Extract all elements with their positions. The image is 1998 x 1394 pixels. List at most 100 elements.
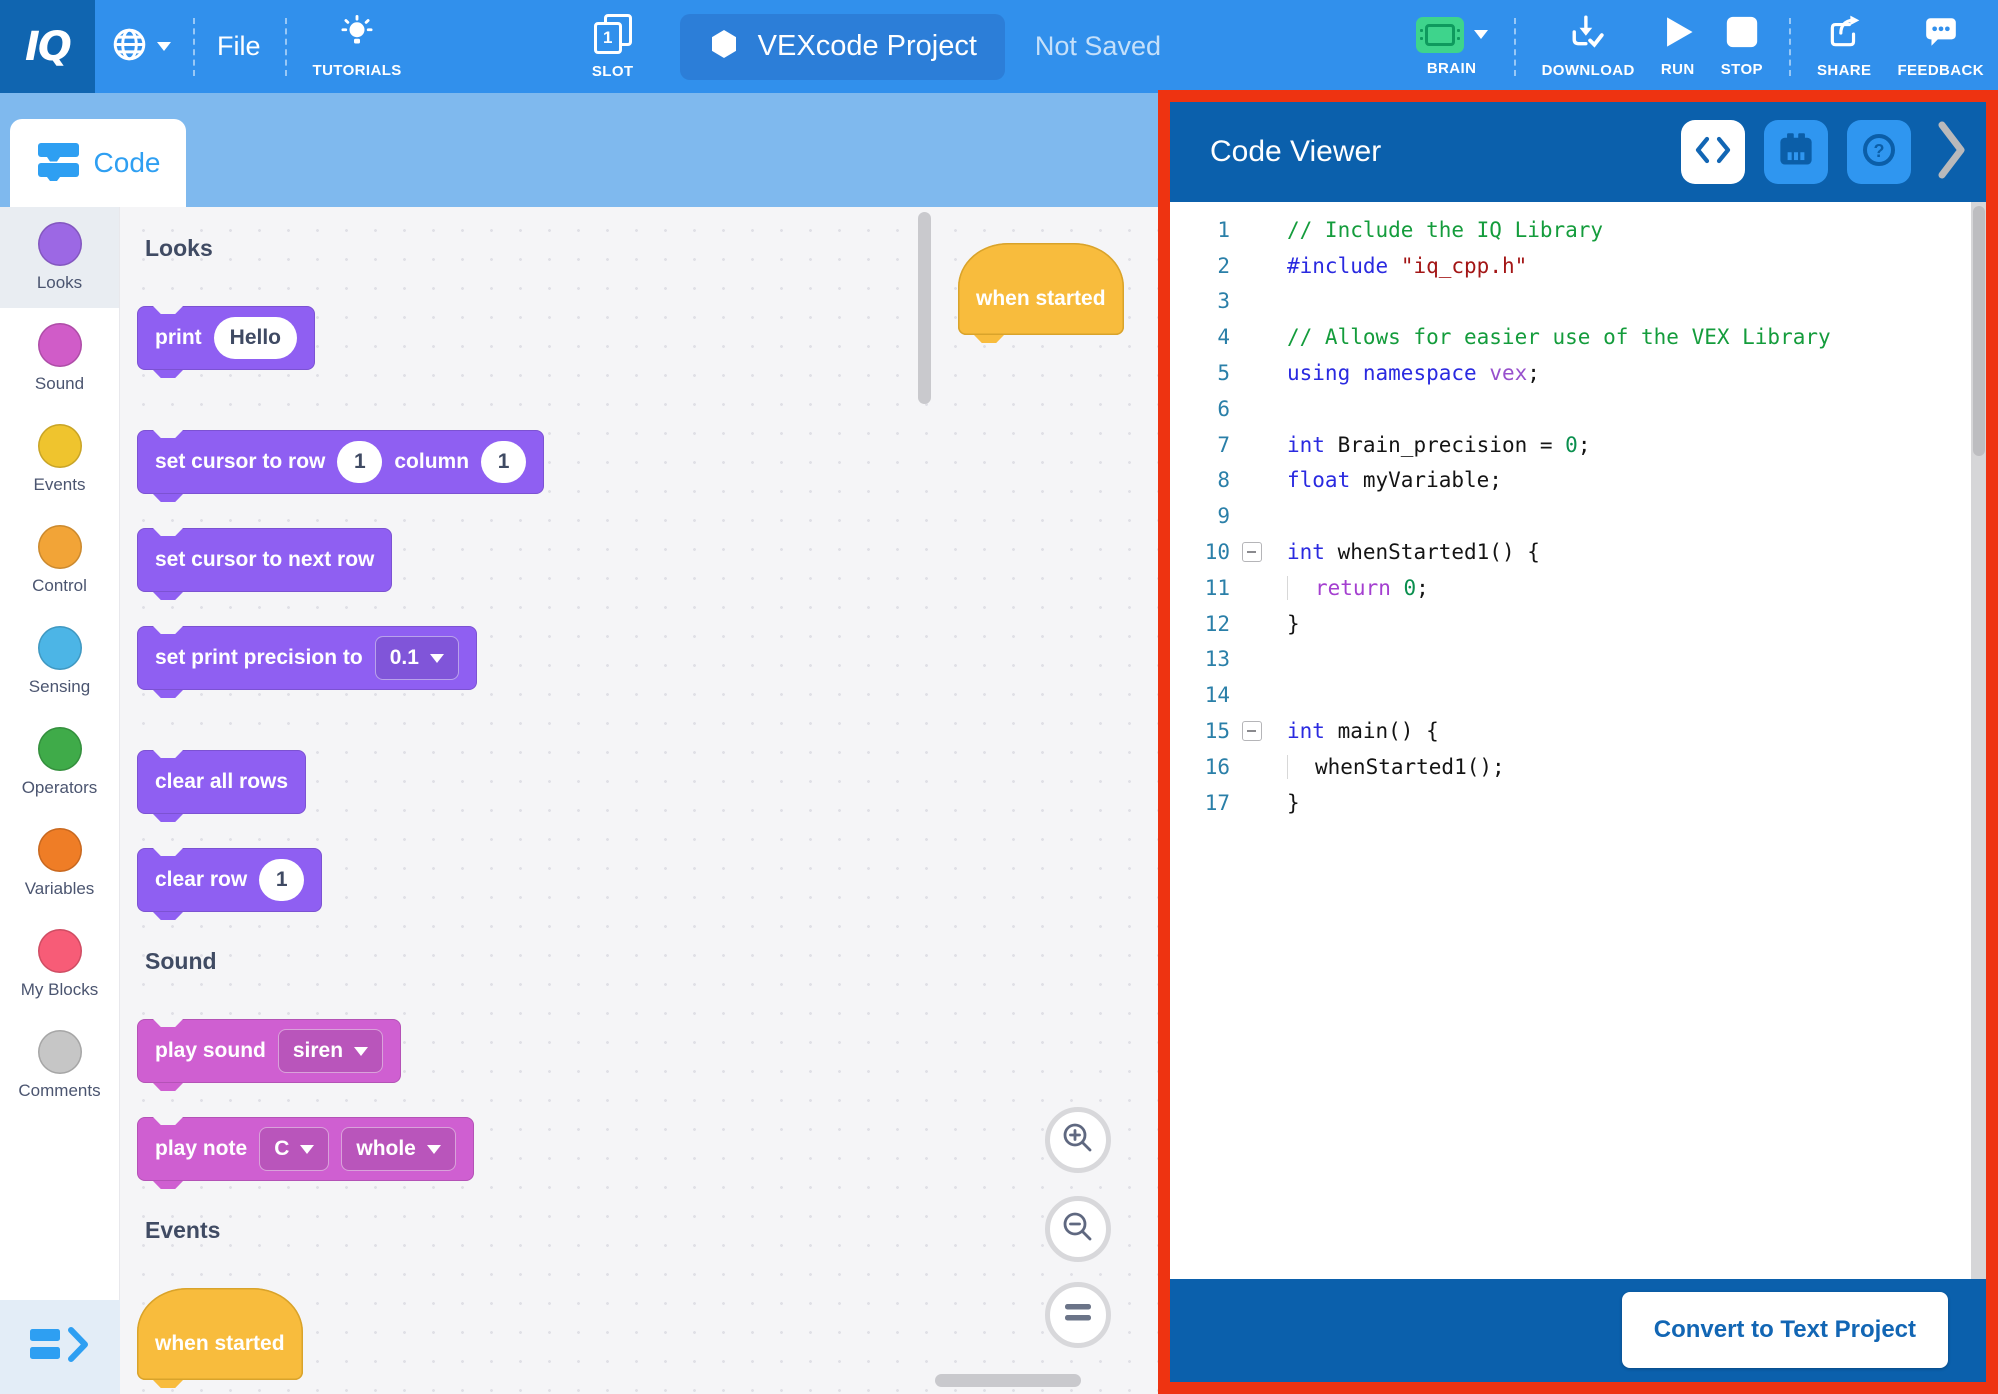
- block-input-oval[interactable]: Hello: [214, 317, 297, 359]
- chevron-down-icon: [1474, 30, 1488, 39]
- file-menu-button[interactable]: File: [217, 31, 261, 62]
- block-clear-row[interactable]: clear row 1: [137, 848, 322, 912]
- palette-vertical-scrollbar[interactable]: [918, 212, 931, 404]
- block-clear-all-rows[interactable]: clear all rows: [137, 750, 306, 814]
- code-token: ;: [1578, 433, 1591, 457]
- brain-view-button[interactable]: [1764, 120, 1828, 184]
- palette-block-row: play sound siren: [137, 1019, 920, 1083]
- zoom-in-button[interactable]: [1045, 1107, 1111, 1173]
- line-number: 8: [1170, 468, 1230, 492]
- project-title-button[interactable]: VEXcode Project: [680, 14, 1005, 80]
- code-line: 1// Include the IQ Library: [1170, 212, 1986, 248]
- stop-button[interactable]: STOP: [1721, 15, 1763, 78]
- fold-marker[interactable]: [1242, 542, 1262, 562]
- code-tab-label: Code: [94, 147, 161, 179]
- line-number: 1: [1170, 218, 1230, 242]
- block-when-started[interactable]: when started: [958, 243, 1124, 335]
- block-print[interactable]: printHello: [137, 306, 315, 370]
- vexcode-app: IQ File TUTORIALS: [0, 0, 1998, 1394]
- canvas-horizontal-scrollbar[interactable]: [935, 1374, 1081, 1387]
- line-number: 11: [1170, 576, 1230, 600]
- block-dropdown[interactable]: whole: [341, 1127, 456, 1171]
- sidebar-item-control[interactable]: Control: [0, 510, 119, 611]
- brain-button[interactable]: BRAIN: [1416, 17, 1488, 77]
- hexagon-icon: [708, 28, 740, 65]
- code-text: return 0;: [1274, 576, 1429, 600]
- block-label: play sound: [155, 1039, 266, 1063]
- feedback-icon: [1923, 14, 1959, 55]
- sidebar-item-comments[interactable]: Comments: [0, 1015, 119, 1116]
- slot-label: SLOT: [592, 63, 634, 80]
- code-text: int Brain_precision = 0;: [1274, 433, 1590, 457]
- block-set-cursor-to-next-row[interactable]: set cursor to next row: [137, 528, 392, 592]
- palette-toggle-button[interactable]: [0, 1300, 120, 1394]
- zoom-out-button[interactable]: [1045, 1196, 1111, 1262]
- looks-category-icon: [38, 222, 82, 266]
- block-dropdown[interactable]: 0.1: [375, 636, 459, 680]
- block-play-sound[interactable]: play sound siren: [137, 1019, 401, 1083]
- category-label: Control: [32, 576, 87, 596]
- code-view-button[interactable]: [1681, 120, 1745, 184]
- toolbar-divider: [1789, 18, 1791, 76]
- palette-section-sound: Sound play sound siren play noteCwhole: [137, 948, 920, 1181]
- block-dropdown[interactable]: siren: [278, 1029, 383, 1073]
- download-button[interactable]: DOWNLOAD: [1542, 14, 1635, 79]
- chevron-down-icon: [427, 1145, 441, 1154]
- block-set-cursor-to-row[interactable]: set cursor to row1column1: [137, 430, 544, 494]
- code-text: int whenStarted1() {: [1274, 540, 1540, 564]
- variables-category-icon: [38, 828, 82, 872]
- block-input-oval[interactable]: 1: [481, 441, 526, 483]
- blocks-workspace[interactable]: LooksprintHelloset cursor to row1column1…: [120, 207, 1158, 1394]
- sidebar-item-sensing[interactable]: Sensing: [0, 611, 119, 712]
- code-scrollbar-thumb[interactable]: [1973, 206, 1985, 456]
- tab-code[interactable]: Code: [10, 119, 186, 207]
- run-button[interactable]: RUN: [1661, 15, 1695, 78]
- block-label: when started: [155, 1332, 285, 1356]
- help-button[interactable]: ?: [1847, 120, 1911, 184]
- sidebar-item-my-blocks[interactable]: My Blocks: [0, 914, 119, 1015]
- tutorials-label: TUTORIALS: [313, 62, 402, 79]
- sidebar-item-events[interactable]: Events: [0, 409, 119, 510]
- tutorials-button[interactable]: TUTORIALS: [313, 14, 402, 79]
- code-viewer-footer: Convert to Text Project: [1170, 1279, 1986, 1382]
- fold-marker[interactable]: [1242, 721, 1262, 741]
- palette-block-row: clear all rows: [137, 750, 920, 814]
- palette-section-heading: Sound: [145, 948, 920, 975]
- code-token: // Allows for easier use of the VEX Libr…: [1287, 325, 1831, 349]
- code-line: 7int Brain_precision = 0;: [1170, 427, 1986, 463]
- line-number: 2: [1170, 254, 1230, 278]
- share-button[interactable]: SHARE: [1817, 14, 1872, 79]
- block-label: set print precision to: [155, 646, 363, 670]
- block-label: set cursor to next row: [155, 548, 374, 572]
- svg-text:?: ?: [1874, 141, 1885, 161]
- block-play-note[interactable]: play noteCwhole: [137, 1117, 474, 1181]
- code-editor-area: 1// Include the IQ Library2#include "iq_…: [1170, 202, 1986, 1279]
- code-line: 12}: [1170, 606, 1986, 642]
- block-set-print-precision-to[interactable]: set print precision to 0.1: [137, 626, 477, 690]
- block-when-started[interactable]: when started: [137, 1288, 303, 1380]
- toolbar-divider: [285, 18, 287, 76]
- code-line: 3: [1170, 284, 1986, 320]
- block-input-oval[interactable]: 1: [259, 859, 304, 901]
- sidebar-item-variables[interactable]: Variables: [0, 813, 119, 914]
- convert-to-text-button[interactable]: Convert to Text Project: [1622, 1292, 1948, 1368]
- block-dropdown[interactable]: C: [259, 1127, 329, 1171]
- sidebar-item-operators[interactable]: Operators: [0, 712, 119, 813]
- language-globe-button[interactable]: [111, 26, 171, 68]
- code-token: whenStarted1() {: [1325, 540, 1540, 564]
- operators-category-icon: [38, 727, 82, 771]
- block-label: clear row: [155, 868, 247, 892]
- code-token: [1388, 254, 1401, 278]
- zoom-reset-button[interactable]: [1045, 1282, 1111, 1348]
- code-token: }: [1287, 791, 1300, 815]
- zoom-in-icon: [1060, 1120, 1096, 1161]
- block-input-oval[interactable]: 1: [337, 441, 382, 483]
- block-label: when started: [976, 287, 1106, 311]
- feedback-button[interactable]: FEEDBACK: [1897, 14, 1984, 79]
- code-token: [1477, 361, 1490, 385]
- sidebar-item-looks[interactable]: Looks: [0, 207, 119, 308]
- collapse-panel-button[interactable]: [1938, 121, 1966, 184]
- block-label: clear all rows: [155, 770, 288, 794]
- sidebar-item-sound[interactable]: Sound: [0, 308, 119, 409]
- slot-button[interactable]: 1 SLOT: [592, 14, 634, 80]
